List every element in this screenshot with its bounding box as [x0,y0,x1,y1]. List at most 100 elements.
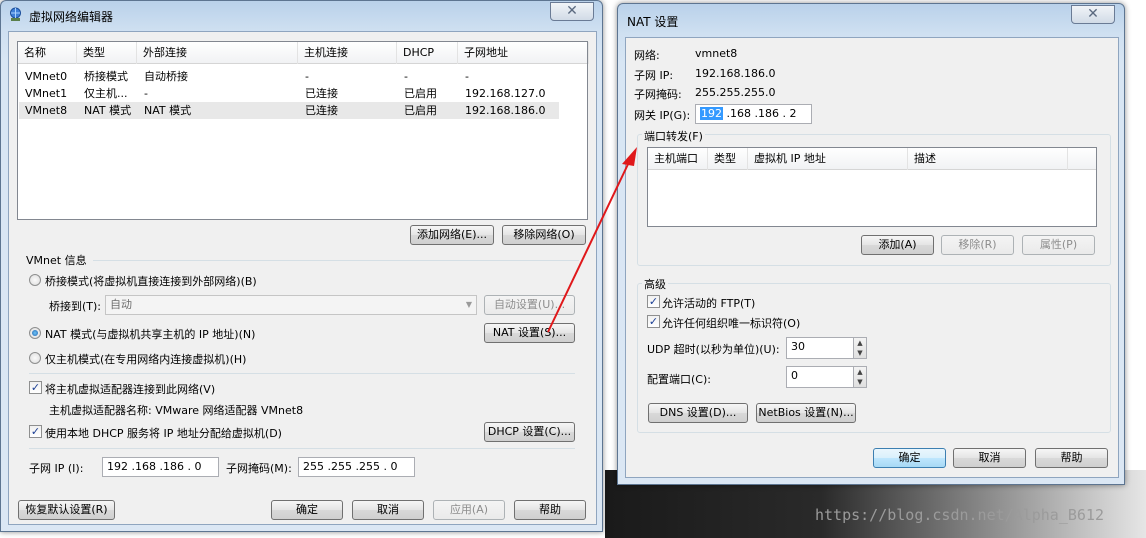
connect-adapter-checkbox[interactable]: ✓ [29,381,42,394]
restore-defaults-button[interactable]: 恢复默认设置(R) [18,500,115,520]
config-port-input[interactable]: 0 [786,366,854,388]
nat-help-button[interactable]: 帮助 [1035,448,1108,468]
nat-window-title: NAT 设置 [627,15,679,29]
subnet-ip-input[interactable]: 192 .168 .186 . 0 [102,457,219,477]
network-value: vmnet8 [695,47,738,60]
help-button[interactable]: 帮助 [514,500,586,520]
virtual-network-editor-window: 虚拟网络编辑器 ✕ 名称 类型 外部连接 主机连接 DHCP 子网地址 VMne… [0,0,603,532]
table-cell: NAT 模式 [84,104,132,117]
close-icon: ✕ [566,3,578,19]
host-only-radio[interactable] [29,352,41,364]
allow-ftp-checkbox[interactable]: ✓ [647,295,660,308]
column-name[interactable]: 名称 [18,42,77,64]
allow-oui-label[interactable]: 允许任何组织唯一标识符(O) [662,315,800,331]
vmnet-info-heading: VMnet 信息 [26,254,87,267]
divider [29,448,575,449]
checkmark-icon: ✓ [30,425,41,438]
app-globe-icon [8,7,23,22]
column-subnet[interactable]: 子网地址 [458,42,589,64]
use-dhcp-label[interactable]: 使用本地 DHCP 服务将 IP 地址分配给虚拟机(D) [45,425,282,441]
nat-subnet-mask-label: 子网掩码: [634,88,682,101]
allow-oui-checkbox[interactable]: ✓ [647,315,660,328]
spin-up-icon[interactable]: ▲ [854,338,866,348]
port-forward-list[interactable]: 主机端口 类型 虚拟机 IP 地址 描述 [647,147,1097,227]
checkmark-icon: ✓ [30,381,41,394]
adapter-name-text: 主机虚拟适配器名称: VMware 网络适配器 VMnet8 [49,404,304,417]
nat-close-button[interactable]: ✕ [1071,5,1115,24]
ok-button[interactable]: 确定 [271,500,343,520]
auto-settings-button[interactable]: 自动设置(U)... [484,295,575,315]
table-row[interactable]: VMnet0 桥接模式 自动桥接 - - - [19,68,559,85]
nat-mode-radio[interactable] [29,327,41,339]
dns-settings-button[interactable]: DNS 设置(D)... [648,403,748,423]
close-button[interactable]: ✕ [550,2,594,21]
column-description[interactable]: 描述 [908,148,1068,170]
table-cell: 已连接 [305,104,338,117]
column-type[interactable]: 类型 [77,42,137,64]
nat-cancel-button[interactable]: 取消 [953,448,1026,468]
table-cell: 自动桥接 [144,70,188,83]
spin-down-icon[interactable]: ▼ [854,377,866,387]
gateway-label: 网关 IP(G): [634,109,691,122]
table-cell: 已连接 [305,87,338,100]
table-row[interactable]: VMnet1 仅主机... - 已连接 已启用 192.168.127.0 [19,85,559,102]
column-external[interactable]: 外部连接 [137,42,298,64]
divider [29,373,575,374]
spin-up-icon[interactable]: ▲ [854,367,866,377]
properties-button[interactable]: 属性(P) [1022,235,1095,255]
network-list-header: 名称 类型 外部连接 主机连接 DHCP 子网地址 [18,42,589,64]
netbios-settings-button[interactable]: NetBios 设置(N)... [756,403,856,423]
table-cell: 桥接模式 [84,70,128,83]
nat-subnet-ip-label: 子网 IP: [634,69,674,82]
nat-settings-button[interactable]: NAT 设置(S)... [484,323,575,343]
gateway-ip-input[interactable]: 192 .168 .186 . 2 [695,104,812,124]
connect-adapter-label[interactable]: 将主机虚拟适配器连接到此网络(V) [45,381,215,397]
cancel-button[interactable]: 取消 [352,500,424,520]
add-network-button[interactable]: 添加网络(E)... [410,225,494,245]
remove-network-button[interactable]: 移除网络(O) [502,225,586,245]
config-port-spinner[interactable]: ▲ ▼ [853,366,867,388]
column-dhcp[interactable]: DHCP [397,42,458,64]
column-vm-ip[interactable]: 虚拟机 IP 地址 [748,148,908,170]
allow-ftp-label[interactable]: 允许活动的 FTP(T) [662,295,755,311]
table-cell: 192.168.186.0 [465,104,546,117]
add-port-button[interactable]: 添加(A) [861,235,934,255]
table-cell: - [465,70,469,83]
network-list[interactable]: 名称 类型 外部连接 主机连接 DHCP 子网地址 VMnet0 桥接模式 自动… [17,41,589,220]
spin-down-icon[interactable]: ▼ [854,348,866,358]
column-type[interactable]: 类型 [708,148,748,170]
udp-timeout-input[interactable]: 30 [786,337,854,359]
remove-port-button[interactable]: 移除(R) [941,235,1014,255]
udp-timeout-spinner[interactable]: ▲ ▼ [853,337,867,359]
table-row[interactable]: VMnet8 NAT 模式 NAT 模式 已连接 已启用 192.168.186… [19,102,559,119]
checkmark-icon: ✓ [648,315,659,328]
table-cell: - [404,70,408,83]
bridge-to-label: 桥接到(T): [49,300,102,313]
editor-client-area: 名称 类型 外部连接 主机连接 DHCP 子网地址 VMnet0 桥接模式 自动… [8,31,597,525]
bridge-mode-label[interactable]: 桥接模式(将虚拟机直接连接到外部网络)(B) [45,273,257,289]
title-bar[interactable]: 虚拟网络编辑器 ✕ [1,1,602,29]
table-cell: VMnet0 [25,70,68,83]
table-cell: 已启用 [404,104,437,117]
udp-timeout-label: UDP 超时(以秒为单位)(U): [647,343,780,356]
port-forward-header: 主机端口 类型 虚拟机 IP 地址 描述 [648,148,1096,170]
table-cell: 192.168.127.0 [465,87,546,100]
nat-mode-label[interactable]: NAT 模式(与虚拟机共享主机的 IP 地址)(N) [45,326,255,342]
use-dhcp-checkbox[interactable]: ✓ [29,425,42,438]
divider [93,260,579,261]
host-only-label[interactable]: 仅主机模式(在专用网络内连接虚拟机)(H) [45,351,246,367]
nat-settings-window: NAT 设置 ✕ 网络: vmnet8 子网 IP: 192.168.186.0… [617,3,1125,485]
column-host[interactable]: 主机连接 [298,42,397,64]
subnet-mask-input[interactable]: 255 .255 .255 . 0 [298,457,415,477]
bridge-mode-radio[interactable] [29,274,41,286]
nat-title-bar[interactable]: NAT 设置 ✕ [618,4,1124,32]
close-icon: ✕ [1087,6,1099,22]
checkmark-icon: ✓ [648,295,659,308]
column-host-port[interactable]: 主机端口 [648,148,708,170]
apply-button[interactable]: 应用(A) [433,500,505,520]
table-cell: VMnet8 [25,104,68,117]
nat-ok-button[interactable]: 确定 [873,448,946,468]
config-port-label: 配置端口(C): [647,373,711,386]
dhcp-settings-button[interactable]: DHCP 设置(C)... [484,422,575,442]
bridge-to-select[interactable]: 自动 ▼ [105,295,477,315]
